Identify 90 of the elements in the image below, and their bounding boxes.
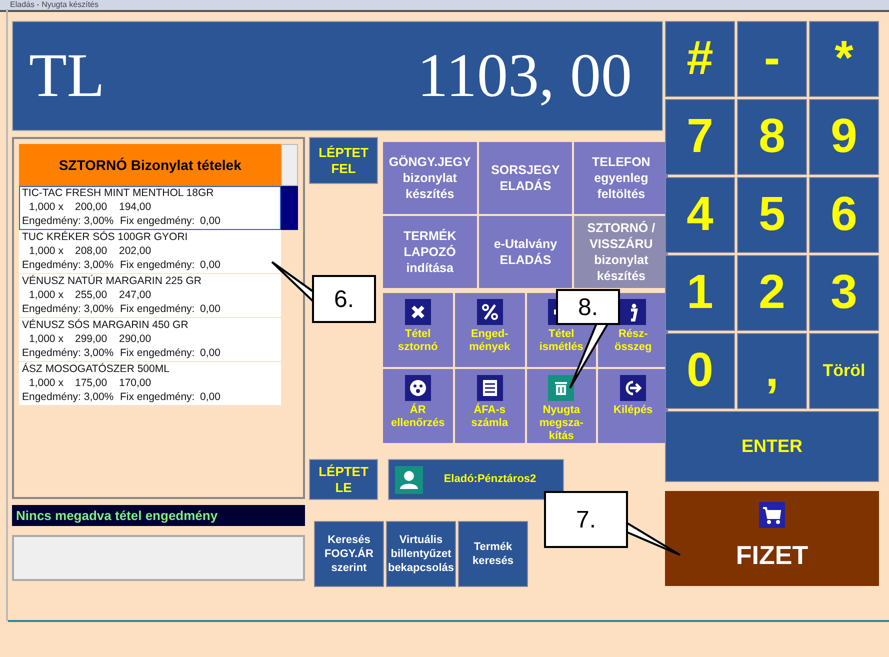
product-name: VÉNUSZ NATÚR MARGARIN 225 GR [22,274,202,288]
face-icon [404,375,431,401]
product-name: TIC-TAC FRESH MINT MENTHOL 18GR [22,186,215,200]
seller-button[interactable]: Eladó:Pénztáros2 [388,459,564,500]
close-icon [404,299,431,325]
quantity: 1,000 x [29,288,64,302]
line-total: 202,00 [119,244,152,258]
keypad-key[interactable]: 9 [809,99,879,175]
discount-status-bar: Nincs megadva tétel engedmény [12,505,305,526]
exit-icon [620,375,646,401]
total-amount: 1103, 00 [417,45,632,107]
keypad-key[interactable]: 2 [737,255,807,331]
product-name: TUC KRÉKER SÓS 100GR GYORI [22,230,189,244]
unit-price: 200,00 [75,200,108,214]
function-button[interactable]: GÖNGY.JEGY bizonylat készítés [383,142,477,214]
function-button[interactable]: SORSJEGY ELADÁS [478,142,572,214]
keypad-key[interactable]: 3 [809,255,879,331]
scrollbar-button[interactable] [281,144,298,186]
function-button[interactable]: Termék keresés [458,521,528,587]
quantity: 1,000 x [29,244,64,258]
list-item[interactable]: VÉNUSZ SÓS MARGARIN 450 GR 1,000 x 299,00 290,00 Engedmény: 3,00% Fix engedmény: 0,00 [19,318,282,362]
quantity: 1,000 x [29,200,64,214]
unit-price: 255,00 [75,288,108,302]
keypad-key[interactable]: 8 [737,99,807,175]
percent-icon [476,299,503,325]
unit-price: 299,00 [75,332,108,346]
function-button[interactable]: ÁFA-s számla [454,369,524,443]
document-icon [476,375,503,401]
function-button[interactable]: ÁR ellenőrzés [383,369,453,443]
list-header: SZTORNÓ Bizonylat tételek [19,144,282,186]
fixed-discount-value: 0,00 [200,258,220,272]
keypad-key[interactable]: 4 [665,177,735,253]
callout-tooltip: 6. [271,261,376,323]
product-name: VÉNUSZ SÓS MARGARIN 450 GR [22,318,190,332]
list-item[interactable]: TIC-TAC FRESH MINT MENTHOL 18GR 1,000 x 200,00 194,00 Engedmény: 3,00% Fix engedmény: 0,00 [19,186,282,230]
discount-percent: Engedmény: 3,00% [22,258,115,272]
function-button[interactable]: Enged- mények [454,293,524,367]
step-up-button[interactable]: LÉPTET FEL [309,137,378,184]
function-button[interactable]: Virtuális billentyűzet bekapcsolás [386,521,456,587]
product-name: ÁSZ MOSOGATÓSZER 500ML [22,362,170,376]
keypad-key[interactable]: 6 [809,177,879,253]
function-button[interactable]: Keresés FOGY.ÁR szerint [314,521,384,587]
quantity: 1,000 x [29,376,64,390]
fixed-discount-label: Fix engedmény: [120,346,196,360]
keypad-key[interactable]: 1 [665,255,735,331]
keypad-key[interactable]: Töröl [809,333,879,409]
line-total: 170,00 [119,376,152,390]
line-total: 247,00 [119,288,152,302]
keypad-key[interactable]: 5 [737,177,807,253]
scrollbar-thumb[interactable] [281,186,298,230]
user-icon [395,466,423,494]
keypad-key[interactable]: # [665,21,735,97]
line-total: 290,00 [119,332,152,346]
discount-percent: Engedmény: 3,00% [22,390,115,404]
callout-tooltip: 7. [544,491,681,556]
fixed-discount-label: Fix engedmény: [120,258,196,272]
enter-button[interactable]: ENTER [665,411,879,482]
quantity: 1,000 x [29,332,64,346]
discount-percent: Engedmény: 3,00% [22,346,115,360]
unit-price: 175,00 [75,376,108,390]
fixed-discount-label: Fix engedmény: [120,214,196,228]
keypad-key[interactable]: - [737,21,807,97]
input-field[interactable] [12,535,305,581]
keypad-key[interactable]: * [809,21,879,97]
list-item[interactable]: TUC KRÉKER SÓS 100GR GYORI 1,000 x 208,00 202,00 Engedmény: 3,00% Fix engedmény: 0,00 [19,230,282,274]
list-item[interactable]: ÁSZ MOSOGATÓSZER 500ML 1,000 x 175,00 170,00 Engedmény: 3,00% Fix engedmény: 0,00 [19,362,282,406]
keypad-key[interactable]: 7 [665,99,735,175]
function-button[interactable]: e-Utalvány ELADÁS [478,216,572,288]
fixed-discount-label: Fix engedmény: [120,302,196,316]
keypad-key[interactable]: , [737,333,807,409]
function-button[interactable]: Tétel sztornó [383,293,453,367]
fixed-discount-label: Fix engedmény: [120,390,196,404]
fixed-discount-value: 0,00 [200,214,220,228]
line-total: 194,00 [119,200,152,214]
currency-label: TL [29,45,105,107]
function-button[interactable]: TELEFON egyenleg feltöltés [574,142,668,214]
fixed-discount-value: 0,00 [200,302,220,316]
window-title: Eladás - Nyugta készítés [10,0,98,10]
pay-button[interactable]: FIZET [665,491,879,586]
keypad-key[interactable]: 0 [665,333,735,409]
fixed-discount-value: 0,00 [200,390,220,404]
unit-price: 208,00 [75,244,108,258]
fixed-discount-value: 0,00 [200,346,220,360]
step-down-button[interactable]: LÉPTET LE [309,459,378,500]
function-button[interactable]: Kilépés [598,369,668,443]
function-button[interactable]: Nyugta megsza- kítás [526,369,596,443]
discount-percent: Engedmény: 3,00% [22,302,115,316]
cart-icon [759,502,785,528]
discount-percent: Engedmény: 3,00% [22,214,115,228]
function-button[interactable]: TERMÉK LAPOZÓ indítása [383,216,477,288]
